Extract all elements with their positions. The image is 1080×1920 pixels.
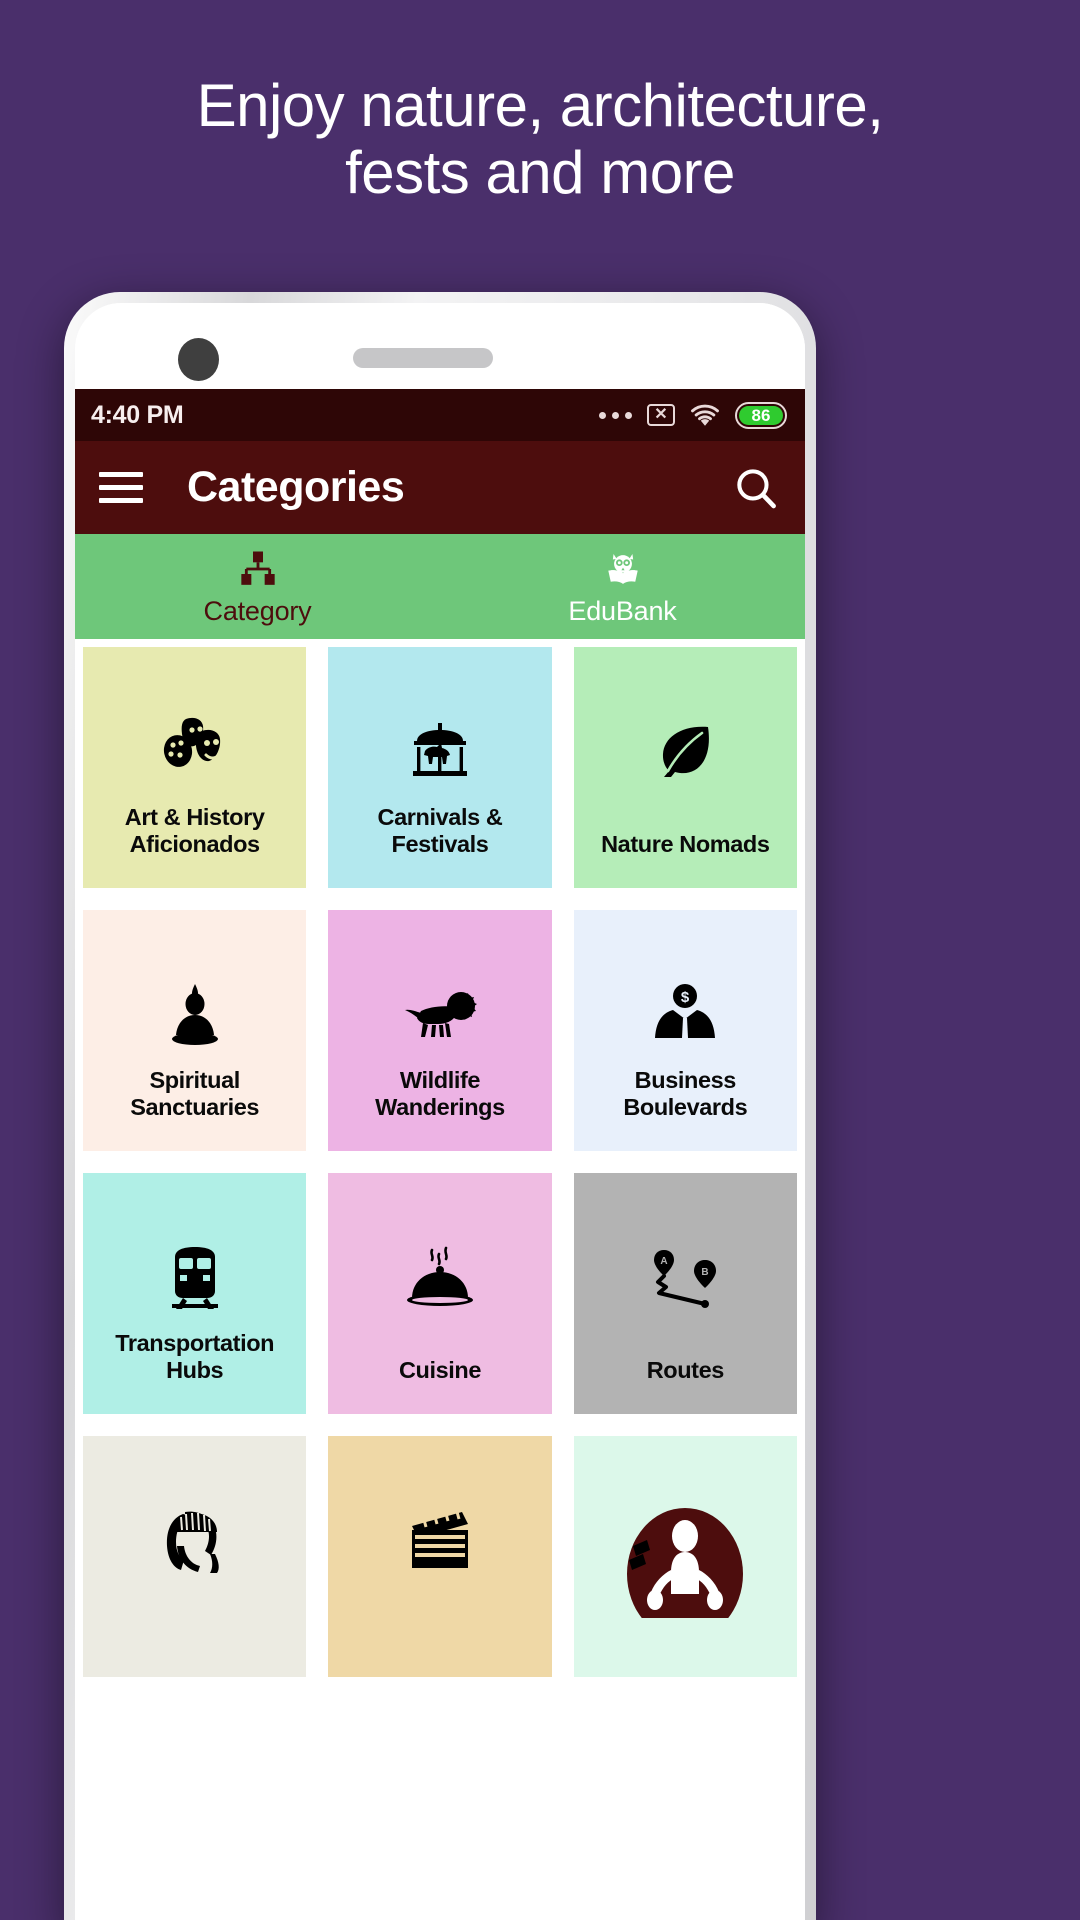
phone-screen-bezel: 4:40 PM ✕ 86 Categories Category EduBank… [75, 303, 805, 1920]
category-card-label: Art & History Aficionados [124, 803, 265, 857]
category-card-heritage[interactable] [83, 1436, 307, 1677]
businessman-dollar-icon: $ [653, 976, 717, 1054]
promo-banner: Enjoy nature, architecture, fests and mo… [0, 0, 1080, 300]
status-bar-time: 4:40 PM [91, 400, 184, 429]
category-card-label: Wildlife Wanderings [375, 1066, 505, 1120]
svg-text:A: A [661, 1256, 668, 1267]
lion-icon [401, 976, 479, 1054]
tab-category-label: Category [203, 595, 312, 626]
train-icon [166, 1239, 224, 1317]
front-camera-icon [178, 338, 219, 381]
more-dots-icon [599, 411, 632, 419]
leaf-icon [652, 713, 718, 791]
category-card-label: Routes [646, 1356, 725, 1383]
category-card-business[interactable]: $ Business Boulevards [573, 910, 797, 1151]
spartan-helmet-icon [159, 1502, 231, 1580]
carousel-icon [405, 713, 475, 791]
svg-text:B: B [702, 1267, 709, 1278]
theater-masks-palette-icon [158, 703, 232, 781]
category-card-label: Spiritual Sanctuaries [130, 1066, 260, 1120]
status-bar: 4:40 PM ✕ 86 [75, 389, 805, 441]
route-a-to-b-icon: A B [648, 1239, 722, 1317]
buddha-icon [165, 976, 225, 1054]
tab-edubank-label: EduBank [568, 595, 677, 626]
phone-mockup-frame: 4:40 PM ✕ 86 Categories Category EduBank… [64, 292, 816, 1920]
category-card-label: Carnivals & Festivals [377, 803, 503, 857]
app-screen: 4:40 PM ✕ 86 Categories Category EduBank… [75, 389, 805, 1920]
phone-top-bezel [75, 303, 805, 389]
wifi-icon [691, 404, 719, 426]
svg-text:$: $ [681, 989, 690, 1006]
battery-icon: 86 [735, 401, 787, 429]
category-card-label: Nature Nomads [601, 830, 770, 857]
category-card-label: Transportation Hubs [115, 1329, 275, 1383]
clapperboard-icon [406, 1502, 474, 1580]
category-card-nature[interactable]: Nature Nomads [573, 647, 797, 888]
category-card-label: Cuisine [398, 1356, 482, 1383]
promo-headline-line-2: fests and more [345, 139, 735, 207]
category-card-art-history[interactable]: Art & History Aficionados [83, 647, 307, 888]
category-card-wildlife[interactable]: Wildlife Wanderings [328, 910, 552, 1151]
promo-headline-line-1: Enjoy nature, architecture, [196, 72, 884, 139]
food-cloche-icon [402, 1239, 478, 1317]
category-grid: Art & History Aficionados Carnivals & Fe… [75, 639, 805, 1677]
sim-card-disabled-icon: ✕ [647, 404, 675, 426]
category-card-routes[interactable]: A B Routes [573, 1173, 797, 1414]
category-card-spiritual[interactable]: Spiritual Sanctuaries [83, 910, 307, 1151]
tab-bar: Category EduBank [75, 534, 805, 639]
category-card-label: Business Boulevards [623, 1066, 748, 1120]
owl-book-icon [602, 547, 644, 591]
status-bar-icons: ✕ 86 [599, 401, 787, 429]
app-bar: Categories [75, 441, 805, 534]
hierarchy-icon [238, 547, 278, 591]
category-card-cinema[interactable] [328, 1436, 552, 1677]
category-card-carnivals[interactable]: Carnivals & Festivals [328, 647, 552, 888]
hamburger-menu-icon[interactable] [99, 472, 143, 503]
earpiece-speaker-icon [353, 348, 493, 368]
category-card-transportation[interactable]: Transportation Hubs [83, 1173, 307, 1414]
tab-category[interactable]: Category [75, 534, 440, 639]
page-title: Categories [187, 463, 405, 511]
tab-edubank[interactable]: EduBank [440, 534, 805, 639]
battery-level-label: 86 [739, 405, 783, 425]
category-card-cuisine[interactable]: Cuisine [328, 1173, 552, 1414]
category-card-wellness[interactable] [573, 1436, 797, 1677]
search-icon[interactable] [733, 465, 779, 511]
